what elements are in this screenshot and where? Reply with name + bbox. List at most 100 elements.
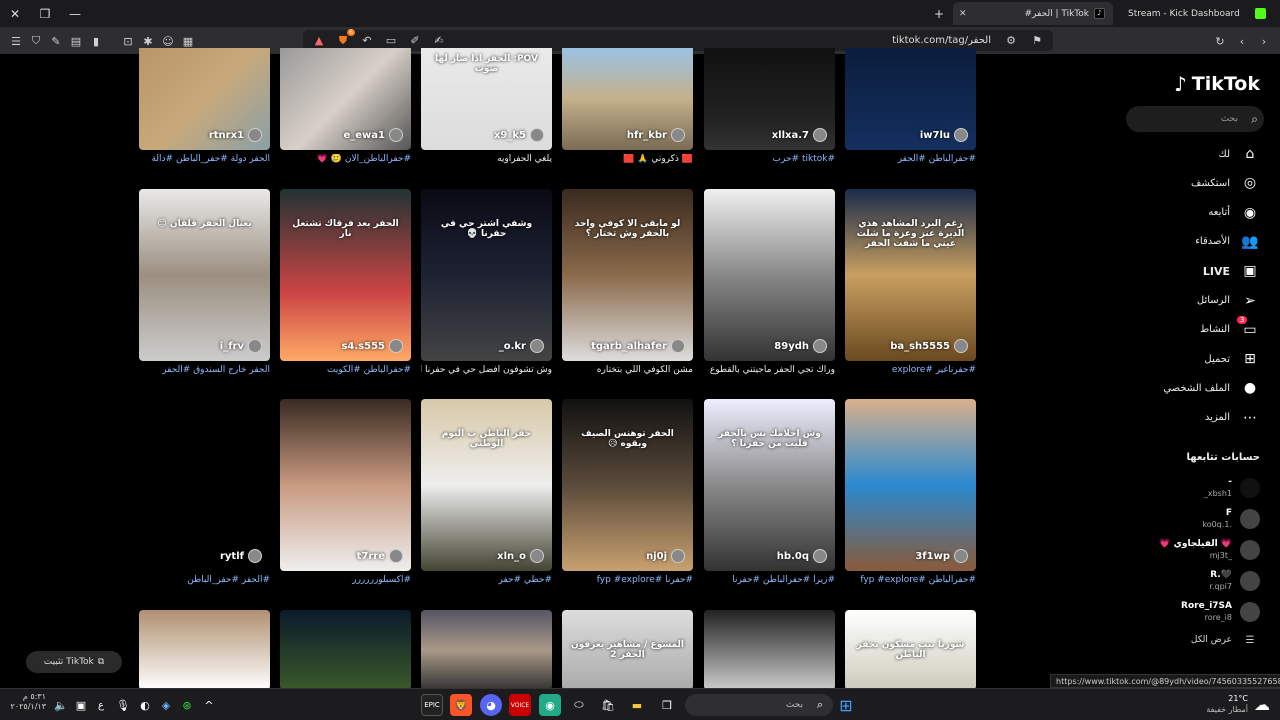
video-author[interactable]: rytlf [220,549,262,563]
nav-item-following[interactable]: أتابعه ◉ [1208,201,1260,225]
video-author[interactable]: hfr_kbr [627,128,685,142]
video-author[interactable]: i_frv [220,339,262,353]
video-thumbnail[interactable]: الحفر بعد فرقاك تشتعل نار s4.s555 [280,189,411,361]
video-caption[interactable]: #حفرالباطن #الحفر [845,154,976,168]
video-caption[interactable]: وش تشوفون أفضل حي في حفرنا أنا [421,365,552,379]
video-thumbnail[interactable]: الحفر توهنس الصيف وبقوه 😥 nj0j [562,399,693,571]
tray-chevron-icon[interactable]: ^ [198,694,220,716]
search-icon[interactable]: ⌕ [1251,112,1258,127]
mouse-app-icon[interactable]: ⬭ [568,694,590,716]
minimize-window-icon[interactable]: — [60,0,90,27]
store-icon[interactable]: 🛍 [597,694,619,716]
pin-tiktok-button[interactable]: تثبيت TikTok ⧉ [26,651,122,673]
following-account[interactable]: Fko0q.1. [1202,505,1260,533]
windows-start-icon[interactable]: ⊞ [835,694,857,716]
reload-icon[interactable]: ↻ [1210,31,1230,51]
video-caption[interactable]: وراك تجي الحفر ماجيتني بالقطوع [704,365,835,379]
reader-icon[interactable]: ▤ [66,31,86,51]
video-thumbnail[interactable] [280,610,411,690]
video-caption[interactable]: #حفرالباطن #fyp #explore [845,575,976,589]
video-caption[interactable]: 🟥 ذكروني 🙏 🟥 [562,154,693,168]
see-all-link[interactable]: عرض الكل ☰ [1191,626,1260,654]
network-icon[interactable]: ▣ [70,694,92,716]
video-thumbnail[interactable]: 3f1wp [845,399,976,571]
video-author[interactable]: tgarb_alhafer [591,339,685,353]
video-thumbnail[interactable] [421,610,552,690]
nav-item-inbox[interactable]: النشاط ▭ 3 [1200,315,1260,342]
video-caption[interactable]: #اكسبلورررررر [280,575,411,589]
video-thumbnail[interactable]: e_ewa1 [280,48,411,150]
weather-widget[interactable]: 21°C أمطار خفيفة ☁ [1206,693,1270,715]
mic-icon[interactable]: 🎙 [112,694,134,716]
video-thumbnail[interactable]: hfr_kbr [562,48,693,150]
tab-kick[interactable]: Stream - Kick Dashboard [1120,2,1270,25]
video-caption[interactable]: مشن الكوفي اللي بتختاره [562,365,693,379]
back-icon[interactable]: ‹ [1232,31,1252,51]
nav-item-send[interactable]: الرسائل ➢ [1197,289,1260,313]
tab-tiktok[interactable]: ✕ #الحفر | TikTok ♪ [953,2,1113,25]
video-author[interactable]: t7rre [357,549,403,563]
video-thumbnail[interactable]: iw7lu [845,48,976,150]
video-caption[interactable]: #tiktok #حرب [704,154,835,168]
following-account[interactable]: R.🖤 r.qpi7 [1209,567,1260,595]
tray-app-icon[interactable]: ◐ [134,694,156,716]
video-author[interactable]: x9_k5 [494,128,544,142]
discord-icon[interactable]: ◕ [480,694,502,716]
video-thumbnail[interactable]: t7rre [280,399,411,571]
voicemeeter-icon[interactable]: VOICE [509,694,531,716]
nav-item-home[interactable]: لك ⌂ [1219,142,1260,166]
video-thumbnail[interactable]: rtnrx1 [139,48,270,150]
shield-icon[interactable]: ⛉ [26,31,46,51]
video-thumbnail[interactable]: المشوع / مشاهير يعرفون الحفر 2 [562,610,693,690]
video-author[interactable]: hb.0q [777,549,827,563]
video-thumbnail[interactable]: شوربا بيت مسكون بحفر الباطن [845,610,976,690]
nav-item-compass[interactable]: استكشف ◎ [1191,171,1260,195]
brave-browser-icon[interactable]: 🦁 [450,694,472,716]
video-caption[interactable]: الحفر دولة #حفر_الباطن #دالة [139,154,270,168]
nav-item-more[interactable]: المزيد ⋯ [1205,406,1260,430]
file-explorer-icon[interactable]: ▬ [626,694,648,716]
video-author[interactable]: e_ewa1 [343,128,403,142]
speaker-icon[interactable]: 🔈 [50,694,72,716]
clock[interactable]: ٥:٣١ م ٢٠٢٥/١/١٣ [6,692,46,712]
nav-item-live[interactable]: LIVE ▣ [1203,259,1260,283]
copilot-icon[interactable]: ◉ [539,694,561,716]
video-caption[interactable]: الحفر خارج السندوق #الحفر [139,365,270,379]
search-input[interactable]: بحث ⌕ [1126,106,1264,132]
nav-item-profile[interactable]: الملف الشخصي ● [1163,376,1260,400]
site-settings-icon[interactable]: ⚙ [1001,30,1021,50]
video-thumbnail[interactable]: وشفي اشتر حي في حفرنا 💀 _o.kr [421,189,552,361]
bookmark-icon[interactable]: ⚑ [1027,30,1047,50]
restore-window-icon[interactable]: ❐ [30,0,60,27]
video-author[interactable]: 89ydh [774,339,827,353]
forward-icon[interactable]: › [1254,31,1274,51]
video-author[interactable]: xln_o [497,549,544,563]
video-caption[interactable]: #زيرا #حفرالباطن #حفرنا [704,575,835,589]
video-author[interactable]: 3f1wp [915,549,968,563]
taskbar-search[interactable]: بحث ⌕ [685,694,833,716]
video-author[interactable]: rtnrx1 [209,128,262,142]
nav-item-upload[interactable]: تحميل ⊞ [1204,347,1260,371]
video-caption[interactable]: #حفرناغير #explore [845,365,976,379]
video-author[interactable]: ba_sh5555 [890,339,968,353]
video-thumbnail[interactable] [139,610,270,690]
nav-item-friends[interactable]: الأصدقاء 👥 [1195,230,1260,254]
epic-games-icon[interactable]: EPIC [421,694,443,716]
pen-icon[interactable]: ✎ [46,31,66,51]
video-thumbnail[interactable]: POV: الحفر اذا صار لها صوت x9_k5 [421,48,552,150]
video-author[interactable]: xllxa.7 [772,128,827,142]
video-caption[interactable]: #حفرنا #fyp #explore [562,575,693,589]
tiktok-logo[interactable]: ♪ TikTok [1174,72,1260,96]
video-author[interactable]: iw7lu [920,128,968,142]
video-caption[interactable]: #حظي #حفر [421,575,552,589]
following-account[interactable]: - _xbsh1 [1204,474,1260,502]
video-thumbnail[interactable]: 89ydh [704,189,835,361]
video-author[interactable]: _o.kr [499,339,544,353]
video-thumbnail[interactable]: وش احلامك بس بالحفر قليت من حفرنا ؟ hb.0q [704,399,835,571]
video-thumbnail[interactable] [704,610,835,690]
video-caption[interactable]: #الحفر #حفر_الباطن [139,575,270,589]
sidebar-icon[interactable]: ▮ [86,31,106,51]
xbox-icon[interactable]: ⊛ [176,694,198,716]
video-caption[interactable]: #حفرالباطن_الان 🥲 💗 [280,154,411,168]
video-thumbnail[interactable]: xllxa.7 [704,48,835,150]
